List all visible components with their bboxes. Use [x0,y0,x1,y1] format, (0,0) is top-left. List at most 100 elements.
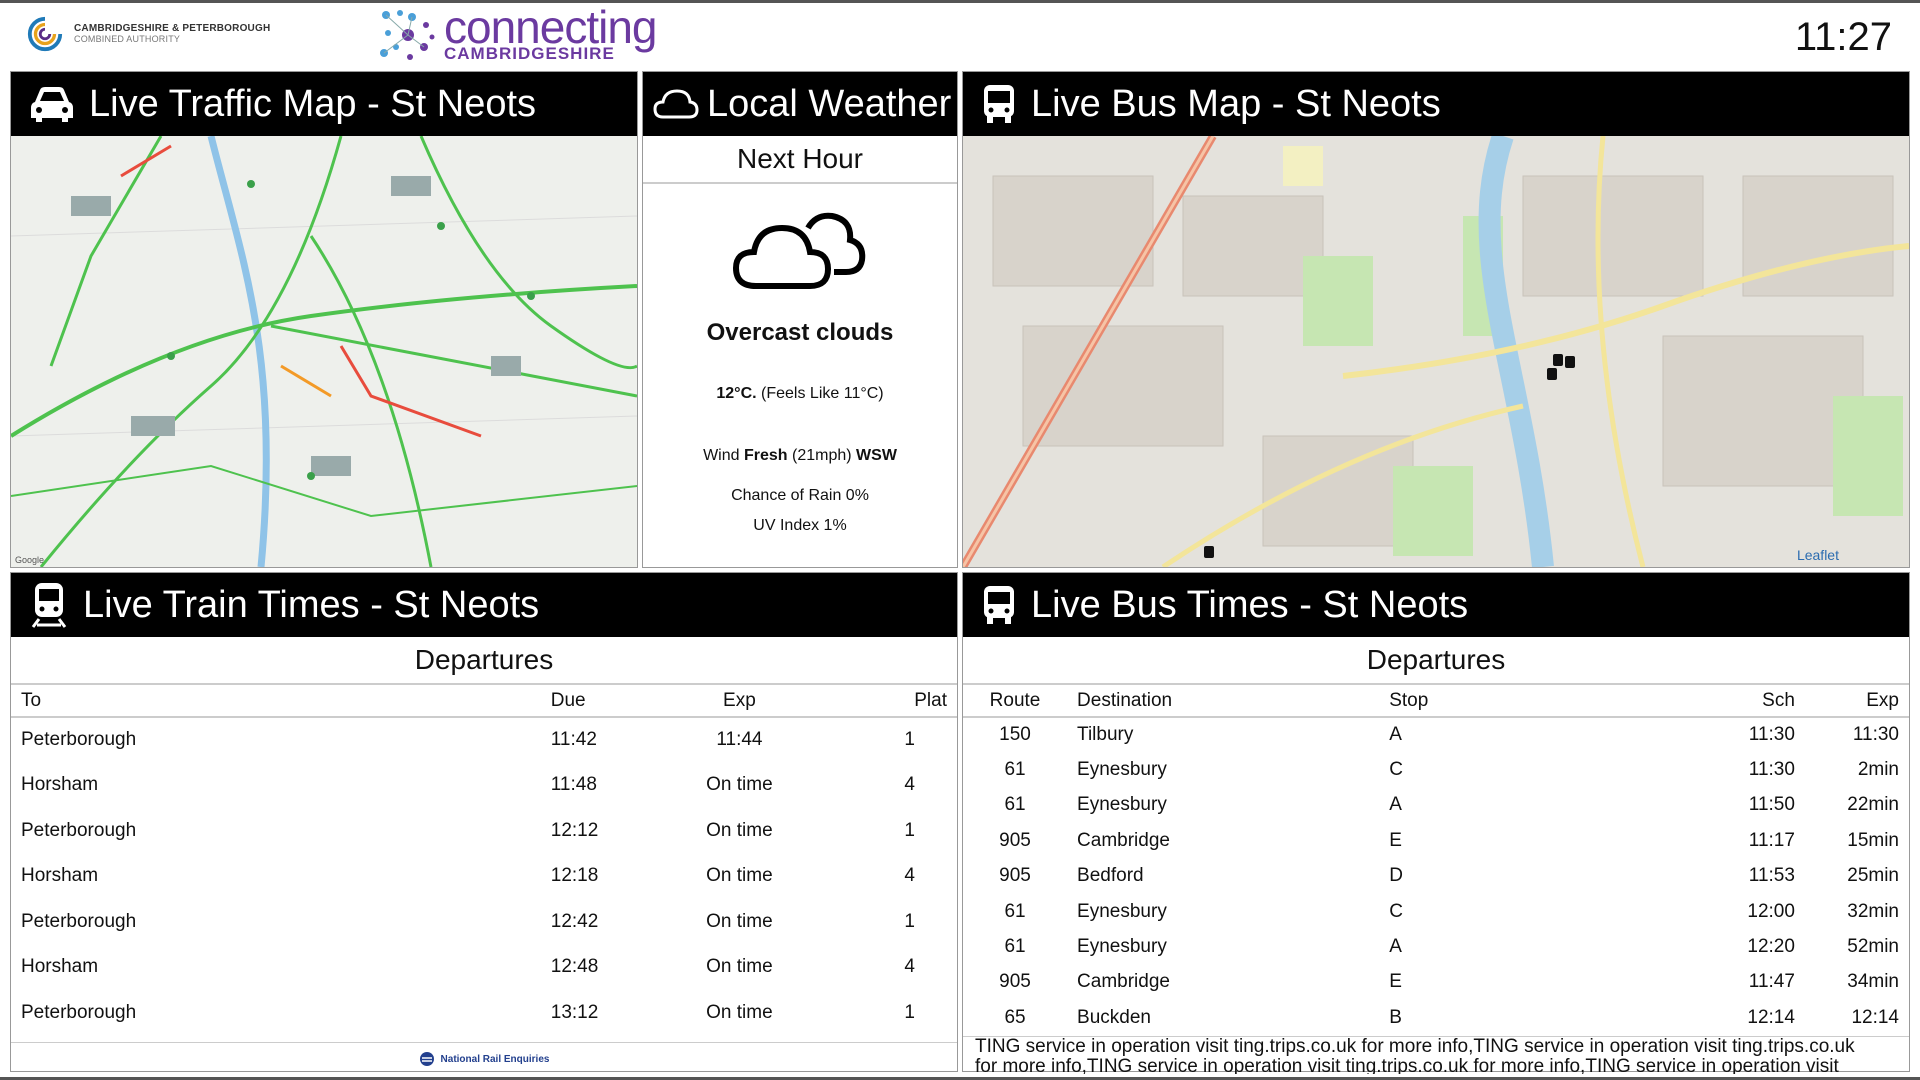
train-destination: Peterborough [21,1001,137,1023]
leaflet-attribution[interactable]: Leaflet [1797,547,1839,563]
bus-expected: 32min [1847,900,1899,922]
table-row: 905 Cambridge E 11:47 34min [963,965,1909,1000]
bus-destination: Buckden [1077,1006,1151,1028]
bus-destination: Eynesbury [1077,936,1167,958]
bus-route: 905 [999,865,1031,887]
train-expected: On time [706,956,773,978]
train-expected: On time [706,865,773,887]
car-icon [31,87,73,122]
train-platform: 1 [904,819,915,841]
train-due: 11:42 [550,729,597,751]
train-due: 12:18 [550,865,599,887]
bus-route: 905 [999,829,1031,851]
bus-scheduled: 11:50 [1748,794,1795,816]
train-times-panel-title: Live Train Times - St Neots [83,583,540,626]
wind-speed: (21mph) [792,447,852,464]
bus-destination: Eynesbury [1077,900,1167,922]
col-destination: Destination [1067,685,1380,718]
bus-stop: A [1389,794,1402,816]
train-platform: 1 [904,1001,915,1023]
train-destination: Horsham [21,865,99,887]
bus-map-panel: Live Bus Map - St Neots Leaflet [962,71,1910,568]
swirl-logo-icon [27,16,63,52]
bus-map[interactable]: Leaflet [963,136,1909,567]
col-to: To [11,685,541,718]
col-due: Due [540,685,655,718]
bus-stop: B [1389,1006,1402,1028]
brand-word: connecting [444,1,657,53]
traffic-map-canvas [11,136,637,567]
connecting-cambridgeshire-logo: connecting CAMBRIDGESHIRE [378,1,657,65]
traffic-panel: Live Traffic Map - St Neots Google [10,71,638,568]
bus-scheduled: 12:00 [1747,900,1795,922]
train-expected: On time [706,1001,773,1023]
table-row: Peterborough 12:12 On time 1 [11,808,957,854]
table-row: Horsham 11:48 On time 4 [11,763,957,809]
cloud-icon [653,89,699,119]
bus-times-panel-title: Live Bus Times - St Neots [1031,583,1469,626]
col-plat: Plat [824,685,957,718]
weather-body: Overcast clouds 12°C. (Feels Like 11°C) … [643,184,957,535]
bus-route: 65 [1004,1006,1026,1028]
bus-expected: 15min [1847,829,1899,851]
ticker-line-1: TING service in operation visit ting.tri… [975,1035,1855,1057]
bus-stop: E [1389,829,1402,851]
table-row: 61 Eynesbury A 11:50 22min [963,788,1909,823]
combined-authority-logo: CAMBRIDGESHIRE & PETERBOROUGH COMBINED A… [26,15,270,53]
train-expected: On time [706,819,773,841]
train-expected: On time [706,774,773,796]
train-destination: Horsham [21,774,99,796]
wind-prefix: Wind [703,447,740,464]
bus-destination: Eynesbury [1077,794,1167,816]
service-ticker: TING service in operation visit ting.tri… [963,1035,1909,1074]
bus-stop: A [1389,724,1402,746]
bus-scheduled: 12:20 [1747,936,1795,958]
ticker-line-2: for more info,TING service in operation … [975,1055,1839,1074]
traffic-panel-header: Live Traffic Map - St Neots [11,72,637,136]
train-table-header-row: To Due Exp Plat [11,685,957,718]
train-platform: 4 [904,774,915,796]
bus-expected: 2min [1857,759,1899,781]
bus-destination: Eynesbury [1077,759,1167,781]
train-departures-table: To Due Exp Plat Peterborough 11:42 11:44 1 … [11,685,957,1036]
table-row: 61 Eynesbury A 12:20 52min [963,929,1909,964]
weather-rain-chance: Chance of Rain 0% [731,487,869,504]
authority-sub: COMBINED AUTHORITY [74,34,181,44]
bus-times-panel: Live Bus Times - St Neots Departures Rou… [962,572,1910,1074]
train-destination: Peterborough [21,819,137,841]
bus-destination: Tilbury [1077,724,1134,746]
train-platform: 1 [904,729,915,751]
train-due: 13:12 [550,1001,599,1023]
wind-direction: WSW [856,447,897,464]
train-platform: 4 [904,956,915,978]
weather-wind: Wind Fresh (21mph) WSW [643,447,957,465]
bus-expected: 25min [1847,865,1899,887]
col-exp: Exp [1804,685,1909,718]
bus-scheduled: 11:17 [1748,829,1795,851]
bus-route: 150 [999,724,1031,746]
traffic-map[interactable]: Google [11,136,637,567]
bus-expected: 12:14 [1851,1006,1899,1028]
train-times-panel-header: Live Train Times - St Neots [11,573,957,637]
bus-destination: Cambridge [1077,829,1170,851]
bus-stop: E [1389,971,1402,993]
bus-scheduled: 11:30 [1748,759,1795,781]
bus-table-header-row: Route Destination Stop Sch Exp [963,685,1909,718]
table-row: 61 Eynesbury C 12:00 32min [963,894,1909,929]
col-exp: Exp [654,685,825,718]
bus-route: 61 [1004,900,1026,922]
bus-icon [984,85,1014,123]
bus-times-panel-header: Live Bus Times - St Neots [963,573,1909,637]
train-platform: 1 [904,910,915,932]
bus-expected: 11:30 [1852,724,1899,746]
col-stop: Stop [1379,685,1701,718]
train-due: 12:42 [550,910,599,932]
train-due: 11:48 [550,774,597,796]
bus-scheduled: 11:30 [1748,724,1795,746]
bus-map-panel-header: Live Bus Map - St Neots [963,72,1909,136]
google-attribution: Google [15,555,45,565]
train-departures-title: Departures [11,637,957,685]
table-row: 905 Bedford D 11:53 25min [963,859,1909,894]
col-route: Route [963,685,1068,718]
national-rail-label: National Rail Enquiries [440,1053,550,1065]
